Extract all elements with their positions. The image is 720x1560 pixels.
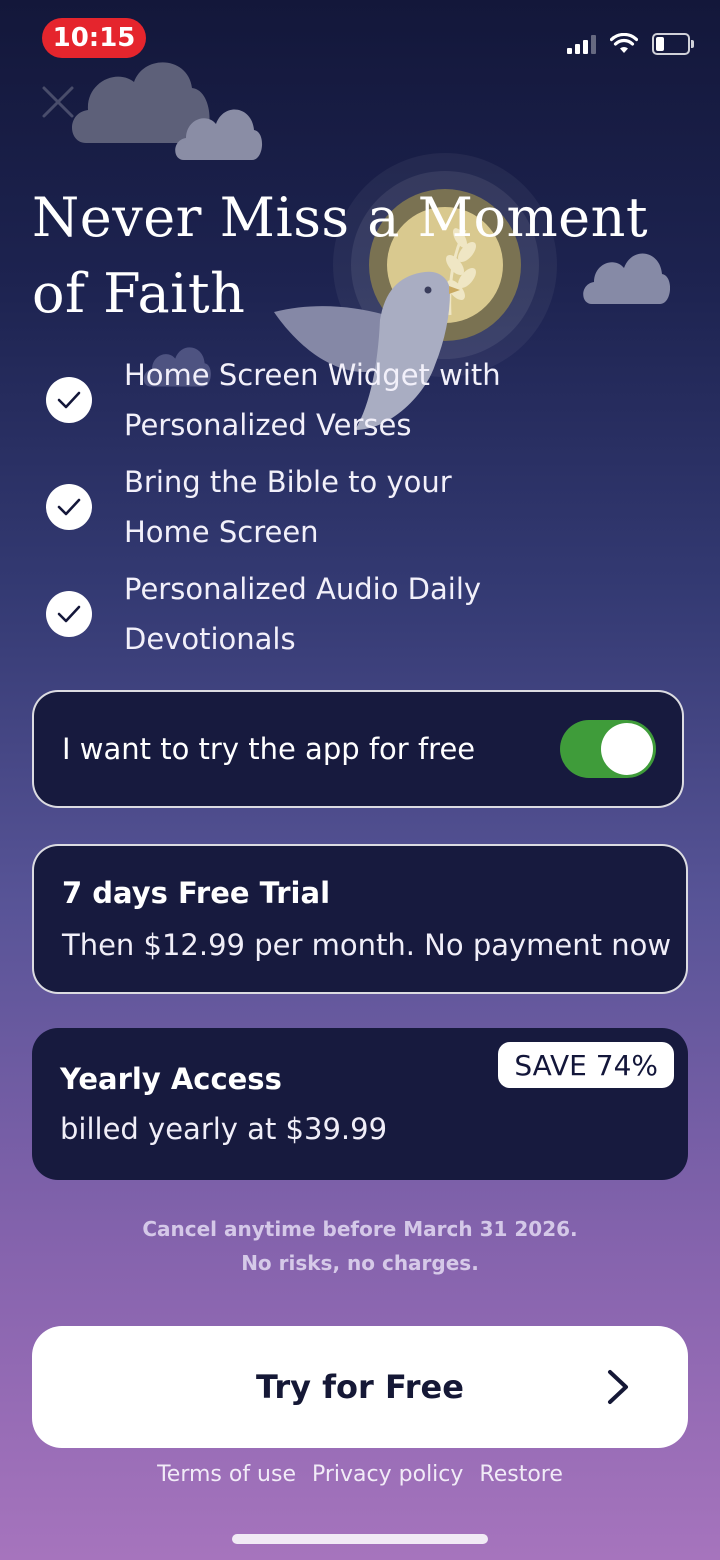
feature-item: Home Screen Widget with Personalized Ver… [46,350,666,450]
feature-item: Personalized Audio Daily Devotionals [46,564,666,664]
home-indicator[interactable] [232,1534,488,1544]
chevron-right-icon [608,1370,628,1404]
save-badge: SAVE 74% [498,1042,674,1088]
plan-title: 7 days Free Trial [62,876,331,910]
feature-item: Bring the Bible to your Home Screen [46,457,666,557]
page-title: Never Miss a Moment of Faith [32,186,649,325]
close-icon[interactable] [38,82,78,122]
cloud-icon [175,109,263,160]
restore-link[interactable]: Restore [479,1462,562,1487]
plan-title: Yearly Access [60,1062,282,1096]
plan-card-yearly[interactable]: Yearly Access billed yearly at $39.99 SA… [32,1028,688,1180]
cancellation-note-line2: No risks, no charges. [241,1251,479,1275]
privacy-policy-link[interactable]: Privacy policy [312,1462,463,1487]
free-trial-toggle-label: I want to try the app for free [62,732,476,766]
cancellation-note: Cancel anytime before March 31 2026. No … [0,1212,720,1280]
terms-of-use-link[interactable]: Terms of use [157,1462,296,1487]
plan-card-trial[interactable]: 7 days Free Trial Then $12.99 per month.… [32,844,688,994]
signal-icon [567,34,596,54]
feature-text: Personalized Audio Daily Devotionals [124,572,482,656]
cancellation-note-line1: Cancel anytime before March 31 2026. [142,1217,578,1241]
plan-subtitle: billed yearly at $39.99 [60,1112,388,1146]
toggle-knob [601,723,653,775]
check-icon [46,591,92,637]
footer-links: Terms of use Privacy policy Restore [0,1462,720,1487]
try-for-free-button[interactable]: Try for Free [32,1326,688,1448]
free-trial-toggle[interactable] [560,720,656,778]
wifi-icon [610,33,638,53]
status-icons [567,30,694,58]
feature-text: Bring the Bible to your Home Screen [124,465,452,549]
battery-icon [652,33,694,55]
try-for-free-label: Try for Free [256,1368,464,1406]
feature-text: Home Screen Widget with Personalized Ver… [124,358,501,442]
plan-subtitle: Then $12.99 per month. No payment now [62,928,672,962]
free-trial-toggle-row[interactable]: I want to try the app for free [32,690,684,808]
check-icon [46,484,92,530]
check-icon [46,377,92,423]
